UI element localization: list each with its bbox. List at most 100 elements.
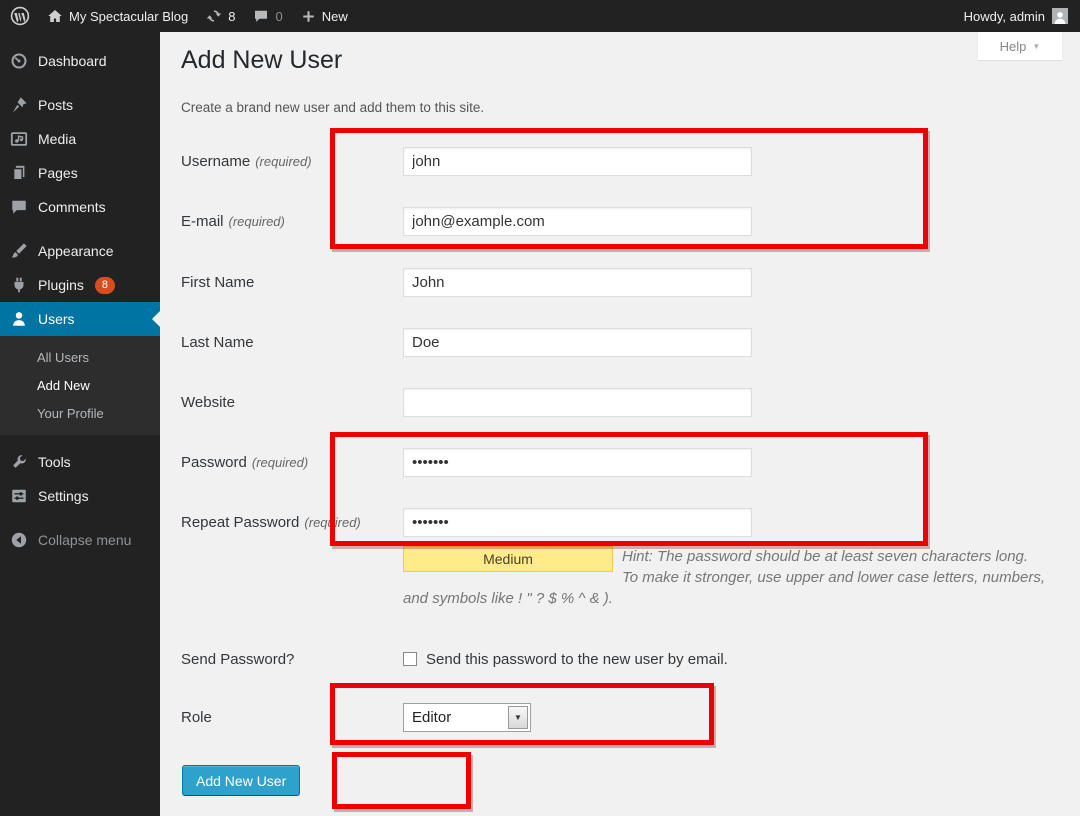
admin-toolbar: My Spectacular Blog 8 0 New How xyxy=(0,0,1080,32)
users-submenu: All Users Add New Your Profile xyxy=(0,336,160,435)
plugins-update-badge: 8 xyxy=(95,277,115,294)
help-tab[interactable]: Help ▼ xyxy=(978,32,1062,60)
comments-count: 0 xyxy=(275,9,282,24)
form-row-website: Website xyxy=(181,387,752,417)
required-note: (required) xyxy=(252,455,308,470)
field-label: Last Name xyxy=(181,334,254,351)
new-content-menu[interactable]: New xyxy=(292,0,357,32)
submenu-item-your-profile[interactable]: Your Profile xyxy=(0,399,160,427)
collapse-menu-button[interactable]: Collapse menu xyxy=(0,523,160,557)
username-input[interactable] xyxy=(403,147,752,176)
pages-icon xyxy=(9,163,29,183)
send-password-label: Send Password? xyxy=(181,651,403,668)
updates-icon xyxy=(206,8,222,24)
admin-sidebar: Dashboard Posts Media Pages xyxy=(0,32,160,816)
settings-icon xyxy=(9,486,29,506)
sidebar-item-label: Users xyxy=(38,311,75,327)
sidebar-item-label: Media xyxy=(38,131,76,147)
field-label: Username xyxy=(181,153,250,170)
role-select[interactable]: Editor ▼ xyxy=(403,703,531,732)
required-note: (required) xyxy=(229,214,285,229)
sidebar-item-plugins[interactable]: Plugins 8 xyxy=(0,268,160,302)
form-row-username: Username (required) xyxy=(181,146,752,176)
website-input[interactable] xyxy=(403,388,752,417)
sidebar-item-label: Plugins xyxy=(38,277,84,293)
my-account-menu[interactable]: Howdy, admin xyxy=(955,0,1080,32)
email-input[interactable] xyxy=(403,207,752,236)
required-note: (required) xyxy=(255,154,311,169)
comment-bubble-icon xyxy=(253,8,269,24)
media-icon xyxy=(9,129,29,149)
username-label: Username (required) xyxy=(181,153,403,170)
form-row-first-name: First Name xyxy=(181,267,752,297)
menu-separator xyxy=(0,78,160,88)
form-row-last-name: Last Name xyxy=(181,327,752,357)
page-title: Add New User xyxy=(181,46,342,75)
pin-icon xyxy=(9,95,29,115)
sidebar-item-label: Appearance xyxy=(38,243,114,259)
sidebar-item-label: Comments xyxy=(38,199,106,215)
updates-count: 8 xyxy=(228,9,235,24)
field-label: Role xyxy=(181,709,212,726)
role-label: Role xyxy=(181,709,403,726)
field-label: E-mail xyxy=(181,213,224,230)
submenu-item-all-users[interactable]: All Users xyxy=(0,343,160,371)
home-icon xyxy=(47,8,63,24)
annotation-box-submit xyxy=(332,752,471,809)
password-input[interactable] xyxy=(403,448,752,477)
comments-menu[interactable]: 0 xyxy=(244,0,291,32)
sidebar-item-settings[interactable]: Settings xyxy=(0,479,160,513)
form-row-password: Password (required) xyxy=(181,447,752,477)
page-intro: Create a brand new user and add them to … xyxy=(181,100,484,115)
email-label: E-mail (required) xyxy=(181,213,403,230)
password-strength-area: Medium Hint: The password should be at l… xyxy=(403,546,1048,609)
send-password-checkbox-label: Send this password to the new user by em… xyxy=(426,651,728,668)
wordpress-logo-icon xyxy=(10,6,30,26)
website-label: Website xyxy=(181,394,403,411)
users-icon xyxy=(9,309,29,329)
sidebar-item-label: Tools xyxy=(38,454,71,470)
repeat-password-input[interactable] xyxy=(403,508,752,537)
form-row-email: E-mail (required) xyxy=(181,206,752,236)
field-label: Website xyxy=(181,394,235,411)
sidebar-item-users[interactable]: Users xyxy=(0,302,160,336)
sidebar-item-dashboard[interactable]: Dashboard xyxy=(0,44,160,78)
first-name-label: First Name xyxy=(181,274,403,291)
field-label: Password xyxy=(181,454,247,471)
comments-icon xyxy=(9,197,29,217)
site-name-label: My Spectacular Blog xyxy=(69,9,188,24)
sidebar-item-comments[interactable]: Comments xyxy=(0,190,160,224)
role-select-value: Editor xyxy=(404,709,506,726)
menu-separator xyxy=(0,513,160,523)
sidebar-item-label: Settings xyxy=(38,488,89,504)
send-password-checkbox[interactable] xyxy=(403,652,417,666)
field-label: First Name xyxy=(181,274,254,291)
sidebar-item-media[interactable]: Media xyxy=(0,122,160,156)
avatar xyxy=(1052,8,1068,24)
submenu-item-add-new[interactable]: Add New xyxy=(0,371,160,399)
paintbrush-icon xyxy=(9,241,29,261)
last-name-label: Last Name xyxy=(181,334,403,351)
new-label: New xyxy=(322,9,348,24)
sidebar-item-pages[interactable]: Pages xyxy=(0,156,160,190)
sidebar-item-label: Pages xyxy=(38,165,78,181)
last-name-input[interactable] xyxy=(403,328,752,357)
site-name-menu[interactable]: My Spectacular Blog xyxy=(38,0,197,32)
updates-menu[interactable]: 8 xyxy=(197,0,244,32)
sidebar-item-label: Posts xyxy=(38,97,73,113)
collapse-arrow-icon xyxy=(9,530,29,550)
wordpress-logo-menu[interactable] xyxy=(0,0,38,32)
wrench-icon xyxy=(9,452,29,472)
chevron-down-icon: ▼ xyxy=(1032,42,1040,51)
plugin-icon xyxy=(9,275,29,295)
password-strength-indicator: Medium xyxy=(403,546,613,572)
plus-icon xyxy=(301,9,316,24)
field-label: Send Password? xyxy=(181,651,294,668)
sidebar-item-appearance[interactable]: Appearance xyxy=(0,234,160,268)
sidebar-item-posts[interactable]: Posts xyxy=(0,88,160,122)
sidebar-item-label: Dashboard xyxy=(38,53,107,69)
add-new-user-button[interactable]: Add New User xyxy=(182,765,300,796)
sidebar-item-tools[interactable]: Tools xyxy=(0,445,160,479)
first-name-input[interactable] xyxy=(403,268,752,297)
menu-separator xyxy=(0,224,160,234)
